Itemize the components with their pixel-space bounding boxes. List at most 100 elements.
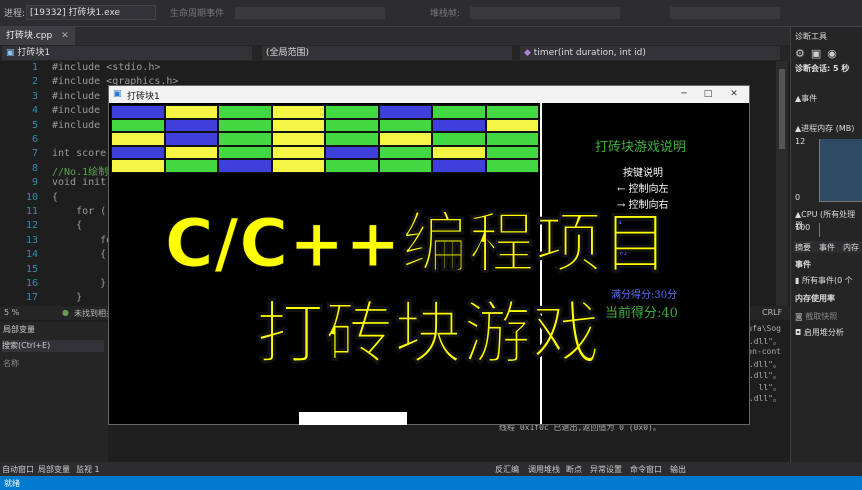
tab-watch[interactable]: 监视 1	[76, 464, 100, 475]
game-title-bar[interactable]: ▣ 打砖块1 ─ □ ✕	[109, 86, 749, 103]
stack-frame-dropdown[interactable]	[470, 7, 620, 19]
camera-icon: ◙	[795, 312, 806, 321]
tab-summary[interactable]: 摘要	[795, 242, 811, 253]
brick-yellow	[111, 159, 165, 173]
brick-green	[378, 159, 432, 173]
editor-scrollbar[interactable]	[776, 61, 788, 306]
paddle[interactable]	[299, 412, 407, 425]
line-number: 3	[31, 90, 38, 102]
project-icon: ▣	[6, 48, 18, 58]
code-line[interactable]: fo	[52, 235, 112, 246]
snapshot-button[interactable]: ◙ 截取快照	[795, 311, 837, 322]
brick-green	[111, 118, 165, 133]
all-events-item[interactable]: ▮ 所有事件(0 个	[795, 275, 853, 286]
brick-blue	[378, 105, 432, 119]
close-icon[interactable]: ✕	[727, 88, 741, 100]
brick-green	[218, 105, 272, 119]
game-window-title: 打砖块1	[127, 92, 160, 102]
brick-yellow	[164, 105, 218, 119]
memory-graph	[819, 139, 862, 202]
brick-blue	[432, 118, 486, 133]
code-line[interactable]: #include	[52, 105, 100, 116]
tab-file[interactable]: 打砖块.cpp ✕	[0, 27, 75, 45]
brick-yellow	[485, 118, 539, 133]
code-line[interactable]: void init	[52, 177, 106, 188]
tab-command-window[interactable]: 命令窗口	[630, 464, 662, 475]
tab-autos[interactable]: 自动窗口	[2, 464, 34, 475]
code-line[interactable]: {	[52, 192, 58, 203]
heap-icon: ◘	[795, 328, 804, 337]
brick-green	[485, 159, 539, 173]
tab-locals[interactable]: 局部变量	[38, 464, 70, 475]
code-line[interactable]: //No.1绘制	[52, 163, 108, 178]
diagnostics-title: 诊断工具	[795, 32, 827, 41]
tab-exception-settings[interactable]: 异常设置	[590, 464, 622, 475]
line-number: 12	[25, 220, 38, 232]
locals-panel: 局部变量 搜索(Ctrl+E) 名称	[0, 322, 108, 462]
line-number: 14	[25, 249, 38, 261]
total-score-text: 满分得分:30分	[611, 290, 678, 301]
diagnostics-toolbar-icons[interactable]: ⚙▣◉	[795, 47, 843, 60]
code-line[interactable]: {	[52, 220, 82, 231]
heap-profiling-button[interactable]: ◘ 启用堆分析	[795, 327, 844, 338]
lifecycle-events-button[interactable]: 生命周期事件	[170, 6, 224, 19]
code-line[interactable]: for (	[52, 206, 106, 217]
toolbar-buttons[interactable]	[670, 7, 780, 19]
locals-search-input[interactable]: 搜索(Ctrl+E)	[2, 340, 104, 352]
line-number: 7	[31, 148, 38, 160]
scrollbar-thumb[interactable]	[779, 69, 785, 149]
code-line[interactable]: }	[52, 292, 82, 303]
minimize-icon[interactable]: ─	[677, 88, 691, 100]
line-ending[interactable]: CRLF	[762, 308, 782, 317]
tab-output[interactable]: 输出	[670, 464, 686, 475]
code-line[interactable]: {	[52, 249, 106, 260]
tab-memory[interactable]: 内存	[843, 242, 859, 253]
scope-dropdown[interactable]: (全局范围)	[262, 46, 512, 60]
function-dropdown[interactable]: ◆ timer(int duration, int id)	[520, 46, 780, 60]
process-select[interactable]: [19332] 打砖块1.exe	[26, 5, 156, 20]
maximize-icon[interactable]: □	[701, 88, 715, 100]
project-dropdown[interactable]: ▣ 打砖块1	[2, 46, 252, 60]
memory-min-label: 0	[795, 193, 801, 202]
zoom-level[interactable]: 5 %	[4, 308, 19, 317]
tab-file-label: 打砖块.cpp	[6, 31, 53, 41]
brick-green	[485, 132, 539, 146]
brick-yellow	[271, 159, 325, 173]
lifecycle-dropdown[interactable]	[235, 7, 385, 19]
bottom-tab-bar: 自动窗口 局部变量 监视 1 反汇编 调用堆栈 断点 异常设置 命令窗口 输出	[0, 462, 862, 476]
events-icon: ▮	[795, 276, 802, 285]
process-memory-section[interactable]: ▲进程内存 (MB)	[795, 123, 854, 134]
line-number: 4	[31, 105, 38, 117]
brick-blue	[164, 132, 218, 146]
tab-call-stack[interactable]: 调用堆栈	[528, 464, 560, 475]
close-icon[interactable]: ✕	[61, 31, 69, 41]
tab-breakpoints[interactable]: 断点	[566, 464, 582, 475]
events-section[interactable]: ▲事件	[795, 93, 817, 104]
heap-profiling-label: 启用堆分析	[803, 328, 844, 337]
line-number: 10	[25, 191, 38, 203]
brick-grid	[111, 105, 539, 173]
code-line[interactable]: #include	[52, 120, 100, 131]
events-header: 事件	[795, 260, 811, 269]
line-number: 9	[31, 177, 38, 189]
brick-yellow	[111, 132, 165, 146]
brick-green	[164, 159, 218, 173]
scope-dropdown-label: (全局范围)	[266, 48, 310, 58]
tab-disassembly[interactable]: 反汇编	[495, 464, 519, 475]
code-line[interactable]: #include <stdio.h>	[52, 62, 160, 73]
code-line[interactable]: int score	[52, 148, 106, 159]
code-line[interactable]: }	[52, 278, 106, 289]
output-line: ll"。	[758, 382, 781, 392]
snapshot-label: 截取快照	[805, 312, 838, 321]
brick-green	[325, 118, 379, 133]
code-line[interactable]: #include	[52, 91, 100, 102]
keys-title: 按键说明	[623, 168, 663, 179]
line-number: 15	[25, 263, 38, 275]
brick-green	[432, 105, 486, 119]
tab-events[interactable]: 事件	[819, 242, 835, 253]
brick-green	[485, 105, 539, 119]
game-info-title: 打砖块游戏说明	[595, 140, 687, 155]
app-icon: ▣	[113, 89, 122, 99]
current-score-text: 当前得分:40	[605, 306, 678, 321]
line-number: 11	[25, 206, 38, 217]
